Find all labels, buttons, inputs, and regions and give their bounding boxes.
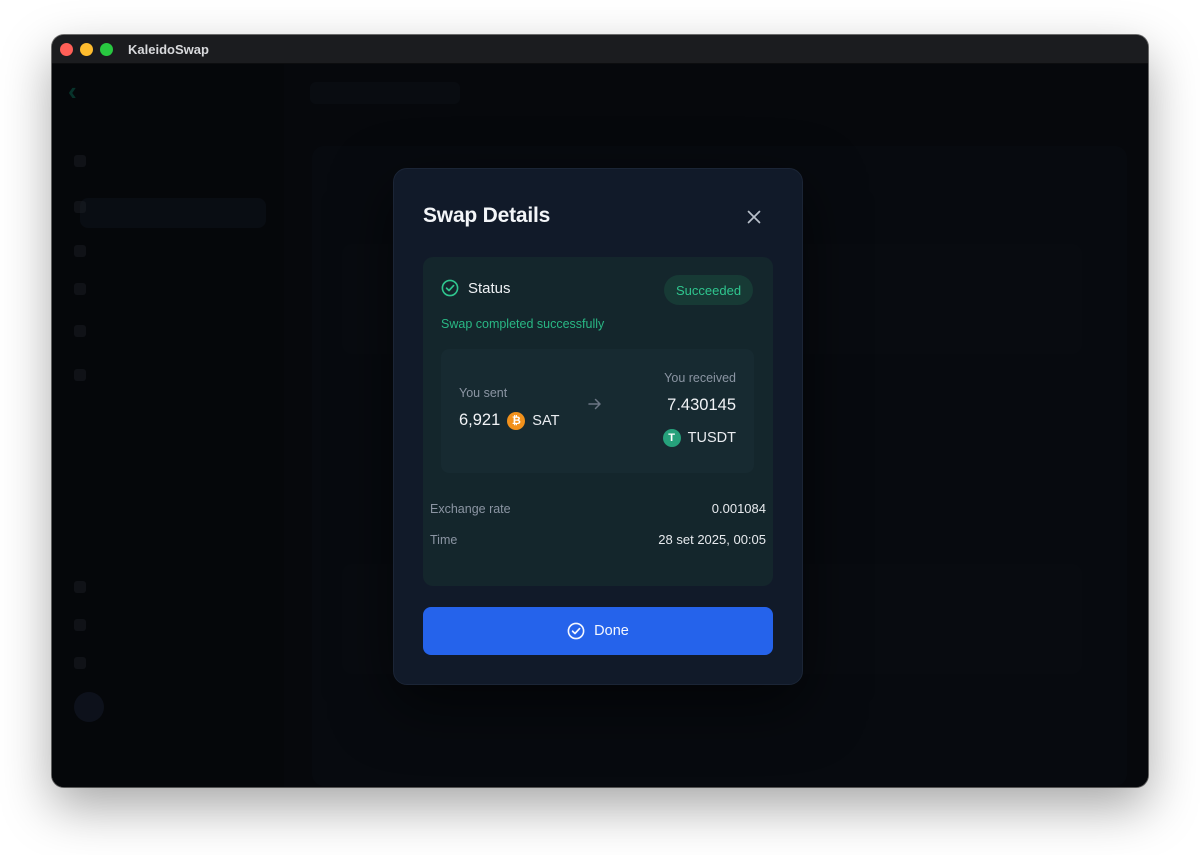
time-value: 28 set 2025, 00:05 [658, 532, 766, 547]
done-button[interactable]: Done [423, 607, 773, 655]
check-circle-icon [441, 279, 459, 297]
sent-value: 6,921 ₿ SAT [459, 411, 559, 430]
title-bar: KaleidoSwap [52, 35, 1148, 64]
tether-icon: T [662, 429, 681, 447]
swap-summary: You sent 6,921 ₿ SAT You received 7.4301… [441, 349, 754, 473]
bitcoin-icon: ₿ [507, 411, 526, 430]
maximize-window-button[interactable] [100, 43, 113, 56]
sent-unit: SAT [532, 412, 560, 429]
window-title: KaleidoSwap [128, 42, 209, 57]
status-label: Status [468, 279, 511, 297]
done-label: Done [594, 623, 629, 639]
exchange-rate-label: Exchange rate [430, 502, 511, 516]
check-circle-icon [567, 622, 585, 640]
close-icon [747, 210, 761, 224]
success-message: Swap completed successfully [441, 317, 605, 331]
received-amount: 7.430145 [667, 396, 736, 414]
time-label: Time [430, 533, 458, 547]
minimize-window-button[interactable] [80, 43, 93, 56]
received-value: T TUSDT [662, 429, 736, 447]
close-button[interactable] [744, 207, 764, 227]
received-unit: TUSDT [687, 430, 736, 446]
modal-title: Swap Details [423, 204, 551, 227]
arrow-right-icon [588, 398, 601, 410]
sent-amount: 6,921 [459, 411, 501, 429]
swap-details-modal: Swap Details Status Succeeded Swap compl… [393, 168, 803, 685]
status-row: Status [441, 279, 511, 297]
status-badge: Succeeded [664, 275, 754, 305]
close-window-button[interactable] [60, 43, 73, 56]
sent-label: You sent [459, 386, 508, 400]
received-label: You received [664, 371, 736, 385]
exchange-rate-value: 0.001084 [711, 501, 766, 516]
